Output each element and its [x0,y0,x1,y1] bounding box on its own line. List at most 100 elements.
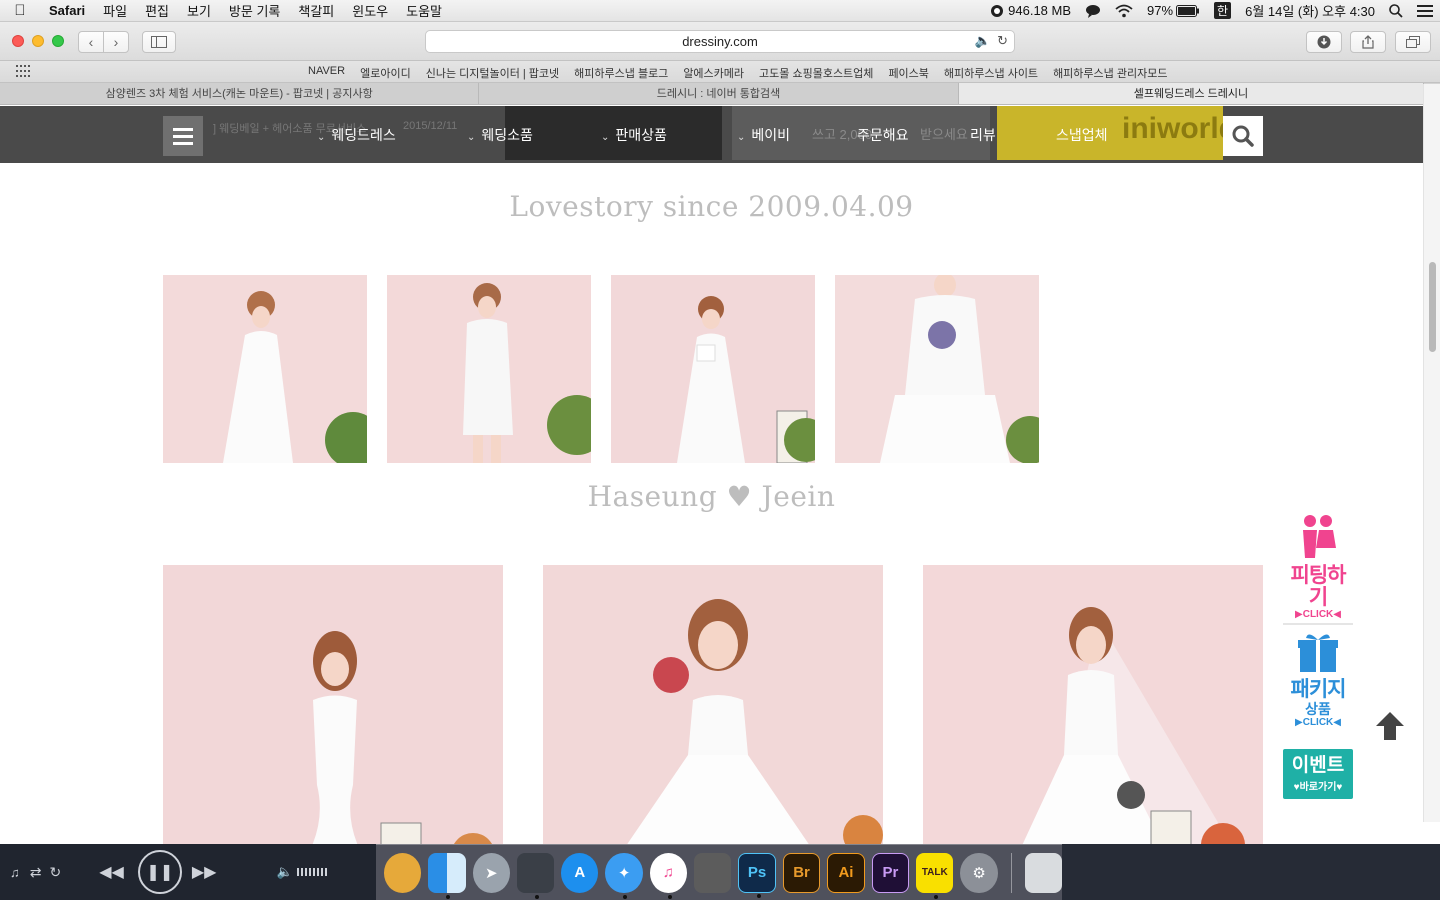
menu-edit[interactable]: 편집 [136,1,178,20]
bookmark-rs-camera[interactable]: 알에스카메라 [683,65,744,81]
tab-title: 드레시니 : 네이버 통합검색 [656,88,781,100]
dock-app-store-icon[interactable]: A [561,852,599,893]
bookmarks-bar: NAVER 엘로아이디 신나는 디지털놀이터 | 팝코넷 해피하루스냅 블로그 … [0,61,1440,83]
bookmark-naver[interactable]: NAVER [308,65,345,81]
bride-photo-2[interactable] [543,565,883,844]
bookmark-popcornnet[interactable]: 신나는 디지털놀이터 | 팝코넷 [426,65,559,81]
pause-icon: ❚❚ [146,864,174,881]
bookmark-happyharu-admin[interactable]: 해피하루스냅 관리자모드 [1053,65,1167,81]
nav-wedding-dress[interactable]: ⌄ 웨딩드레스 [317,125,396,145]
music-note-icon[interactable]: ♫ [10,865,20,880]
dock-kakaotalk-icon[interactable]: TALK [916,852,954,899]
site-search-button[interactable] [1223,116,1263,156]
package-click-label: ▶CLICK◀ [1295,717,1341,728]
nav-snap-studios[interactable]: 스냅업체 [1056,125,1108,145]
nav-wedding-accessories[interactable]: ⌄ 웨딩소품 [467,125,533,145]
bride-photo-1[interactable] [163,565,503,844]
chat-status-icon[interactable] [1078,4,1108,18]
hamburger-icon [173,127,193,131]
nav-baby[interactable]: ⌄ 베이비 [737,125,790,145]
dock-itunes-icon[interactable]: ♫ [649,852,688,899]
dock-photoshop-icon[interactable]: Ps [738,852,776,898]
bookmark-facebook[interactable]: 페이스북 [888,65,928,81]
dock-system-preferences-icon[interactable]: ⚙ [960,852,998,893]
dock-sticker-app-icon[interactable] [384,852,422,893]
menu-app-name[interactable]: Safari [40,3,94,18]
share-button[interactable] [1350,31,1386,53]
dock-premiere-icon[interactable]: Pr [871,852,910,893]
show-tabs-button[interactable] [1395,31,1431,53]
dock-finder-icon[interactable] [428,852,466,899]
memory-status[interactable]: 946.18 MB [983,3,1078,18]
tab-popcornnet-notice[interactable]: 삼양렌즈 3차 체험 서비스(캐논 마운트) - 팝코넷 | 공지사항 [0,83,480,104]
top-sites-grid-icon[interactable] [16,65,30,77]
apple-icon[interactable]:  [0,2,40,19]
menu-view[interactable]: 보기 [178,1,220,20]
bookmark-godomall[interactable]: 고도몰 쇼핑몰호스트업체 [759,65,873,81]
menu-toggle-button[interactable] [163,116,203,156]
nav-review[interactable]: 리뷰 [970,125,996,145]
chevron-down-icon: ⌄ [737,132,746,143]
menu-bookmarks[interactable]: 책갈피 [289,1,343,20]
dress-photo-3[interactable] [611,275,815,463]
chevron-right-icon: › [113,34,119,50]
battery-status[interactable]: 97% [1140,3,1207,18]
bookmark-yellow-id[interactable]: 엘로아이디 [360,65,411,81]
back-button[interactable]: ‹ [78,31,104,53]
sidebar-toggle-button[interactable] [142,31,176,53]
bookmark-happyharu-site[interactable]: 해피하루스냅 사이트 [944,65,1038,81]
input-method[interactable]: 한 [1207,2,1238,19]
menu-history[interactable]: 방문 기록 [220,1,289,20]
next-track-icon[interactable]: ▶▶ [192,862,217,882]
bookmark-happyharu-blog[interactable]: 해피하루스냅 블로그 [574,65,668,81]
desktop-background [1062,844,1440,900]
notification-center-icon[interactable] [1410,4,1440,17]
menu-window[interactable]: 윈도우 [343,1,397,20]
volume-icon[interactable]: 🔈 [276,864,292,880]
zoom-window-button[interactable] [52,35,64,47]
dress-photo-1[interactable] [163,275,367,463]
bride-photo-3[interactable] [923,565,1263,844]
dock-image-capture-icon[interactable] [694,852,732,893]
event-badge[interactable]: 이벤트 ♥바로가기♥ [1283,749,1353,799]
shuffle-icon[interactable]: ⇄ [30,864,42,881]
nav-order[interactable]: 주문해요 [857,125,909,145]
wifi-icon[interactable] [1108,4,1140,18]
tab-naver-search[interactable]: 드레시니 : 네이버 통합검색 [479,83,959,104]
address-bar[interactable]: dressiny.com 🔈 ↻ [425,30,1015,53]
dress-photo-4[interactable] [835,275,1039,463]
minimize-window-button[interactable] [32,35,44,47]
dock-illustrator-icon[interactable]: Ai [827,852,865,893]
pause-button[interactable]: ❚❚ [137,850,182,894]
heart-icon: ♥ [726,480,753,513]
close-window-button[interactable] [12,35,24,47]
dress-photo-2[interactable] [387,275,591,463]
gift-box-icon [1298,634,1338,672]
battery-icon [1176,4,1200,17]
download-icon [1317,35,1331,49]
dock-bridge-icon[interactable]: Br [782,852,821,893]
volume-slider[interactable] [296,868,327,876]
downloads-button[interactable] [1306,31,1342,53]
page-scrollbar[interactable] [1423,84,1440,822]
scroll-to-top-icon[interactable] [1372,708,1408,744]
repeat-icon[interactable]: ↻ [49,864,61,881]
dock-photo-browser-icon[interactable] [516,852,555,899]
audio-playing-icon[interactable]: 🔈 [975,33,991,49]
clock[interactable]: 6월 14일 (화) 오후 4:30 [1238,1,1382,20]
menu-file[interactable]: 파일 [94,1,136,20]
package-badge[interactable]: 패키지 상품 ▶CLICK◀ [1283,630,1353,728]
banner-fragment-miniworld: iniworld4 [997,106,1254,160]
menu-help[interactable]: 도움말 [397,1,451,20]
forward-button[interactable]: › [103,31,129,53]
scrollbar-thumb[interactable] [1429,262,1436,352]
spotlight-search-icon[interactable] [1382,3,1410,18]
fitting-badge[interactable]: 피팅하기 ▶CLICK◀ [1283,514,1353,625]
dock-trash-icon[interactable] [1024,852,1062,893]
dock-launchpad-icon[interactable]: ➤ [472,852,510,893]
tab-dressiny[interactable]: 셀프웨딩드레스 드레시니 [958,83,1425,104]
reload-icon[interactable]: ↻ [997,33,1008,49]
dock-safari-icon[interactable]: ✦ [605,852,643,899]
previous-track-icon[interactable]: ◀◀ [99,862,124,882]
nav-products-for-sale[interactable]: ⌄ 판매상품 [601,125,667,145]
